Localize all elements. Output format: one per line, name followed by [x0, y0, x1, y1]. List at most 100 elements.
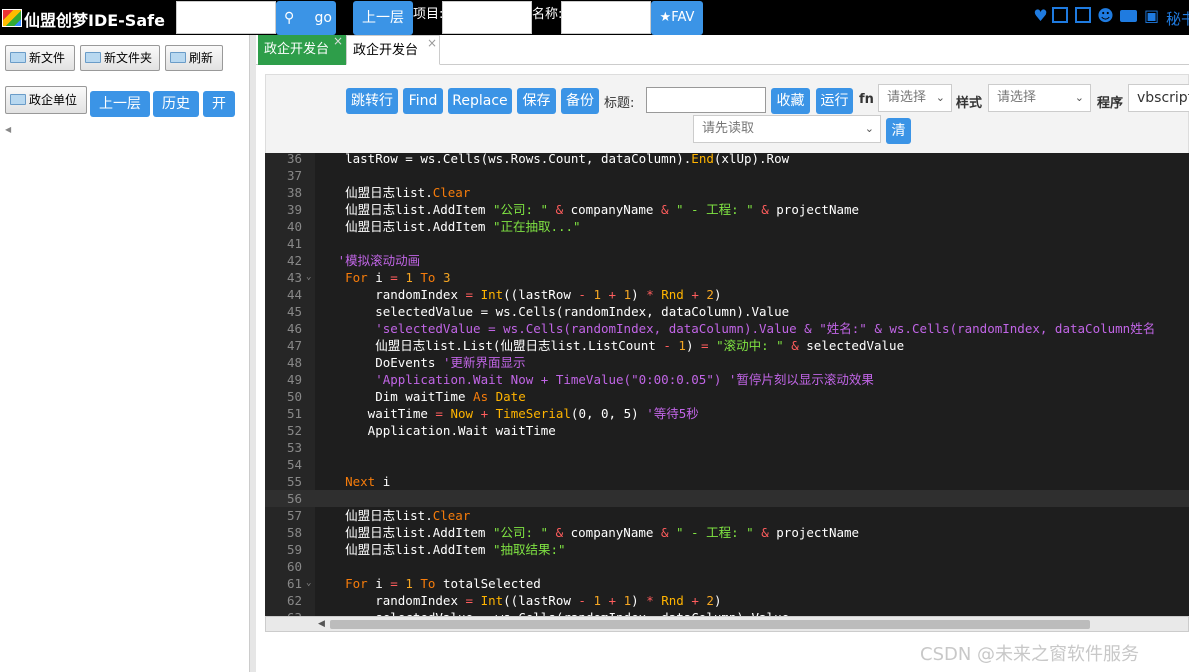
code-line[interactable]: 58 仙盟日志list.AddItem "公司: " & companyName… [265, 524, 1189, 541]
code-text: 仙盟日志list.Clear [315, 507, 470, 524]
tab-gov-dev-1[interactable]: 政企开发台 × [258, 34, 346, 65]
code-line[interactable]: 44 randomIndex = Int((lastRow - 1 + 1) *… [265, 286, 1189, 303]
code-token: + [691, 287, 699, 302]
code-token: For [315, 576, 368, 591]
clear-button[interactable]: 清 [886, 118, 911, 144]
new-file-button[interactable]: 新文件 [5, 45, 75, 71]
name-input[interactable] [561, 1, 651, 34]
line-number: 61 [286, 576, 302, 591]
read-select[interactable]: 请先读取 ⌄ [693, 115, 881, 143]
code-token: "公司: " [492, 202, 549, 217]
code-line[interactable]: 45 selectedValue = ws.Cells(randomIndex,… [265, 303, 1189, 320]
fold-arrow-icon[interactable]: ⌄ [306, 269, 311, 286]
scrollbar-thumb[interactable] [330, 620, 1090, 629]
history-button[interactable]: 历史 [153, 91, 199, 117]
code-line[interactable]: 54 [265, 456, 1189, 473]
code-token: To [420, 576, 436, 591]
code-line[interactable]: 51 waitTime = Now + TimeSerial(0, 0, 5) … [265, 405, 1189, 422]
sidebar-up-button[interactable]: 上一层 [90, 91, 150, 117]
code-token: - [663, 338, 671, 353]
open-button[interactable]: 开 [203, 91, 235, 117]
code-line[interactable]: 60 [265, 558, 1189, 575]
code-line[interactable]: 56 [265, 490, 1189, 507]
code-token: companyName [570, 525, 654, 540]
code-token: "公司: " [492, 525, 549, 540]
backup-button[interactable]: 备份 [561, 88, 599, 114]
code-line[interactable]: 42 '模拟滚动动画 [265, 252, 1189, 269]
close-icon[interactable]: × [333, 26, 343, 56]
code-line[interactable]: 39 仙盟日志list.AddItem "公司: " & companyName… [265, 201, 1189, 218]
secretary-link[interactable]: 秘书 [1166, 8, 1189, 29]
code-line[interactable]: 59 仙盟日志list.AddItem "抽取结果:" [265, 541, 1189, 558]
code-line[interactable]: 52 Application.Wait waitTime [265, 422, 1189, 439]
code-token: 仙盟日志list. [315, 508, 433, 523]
briefcase-icon[interactable]: ▣ [1143, 7, 1160, 24]
code-token: 1 [585, 287, 609, 302]
user-icon[interactable]: ☻ [1097, 7, 1114, 24]
fold-arrow-icon[interactable]: ⌄ [306, 575, 311, 592]
code-line[interactable]: 46 'selectedValue = ws.Cells(randomIndex… [265, 320, 1189, 337]
code-token: Rnd [653, 287, 692, 302]
line-number: 59 [286, 542, 302, 557]
project-input[interactable] [442, 1, 532, 34]
layout-bottom-icon[interactable] [1075, 7, 1091, 23]
replace-button[interactable]: Replace [448, 88, 512, 114]
collapse-arrow-icon[interactable]: ◀ [5, 125, 11, 134]
style-select[interactable]: 请选择 ⌄ [988, 84, 1091, 112]
search-input[interactable] [176, 1, 276, 34]
code-line[interactable]: 47 仙盟日志list.List(仙盟日志list.ListCount - 1)… [265, 337, 1189, 354]
up-level-button[interactable]: 上一层 [353, 1, 413, 35]
jump-line-button[interactable]: 跳转行 [346, 88, 398, 114]
layout-left-icon[interactable] [1052, 7, 1068, 23]
code-line[interactable]: 50 Dim waitTime As Date [265, 388, 1189, 405]
gov-unit-button[interactable]: 政企单位 [5, 86, 87, 114]
horizontal-scrollbar[interactable]: ◀ [265, 616, 1189, 632]
folder-icon[interactable] [1120, 10, 1137, 22]
heart-icon[interactable]: ♥ [1032, 7, 1049, 24]
code-token: End [691, 153, 714, 166]
code-line[interactable]: 41 [265, 235, 1189, 252]
refresh-button[interactable]: 刷新 [165, 45, 223, 71]
code-line[interactable]: 38 仙盟日志list.Clear [265, 184, 1189, 201]
code-line[interactable]: 62 randomIndex = Int((lastRow - 1 + 1) *… [265, 592, 1189, 609]
collect-button[interactable]: 收藏 [771, 88, 810, 114]
code-token: Int [473, 287, 504, 302]
code-token: ((lastRow [503, 593, 579, 608]
line-number: 41 [286, 236, 302, 251]
save-button[interactable]: 保存 [517, 88, 556, 114]
program-select[interactable]: vbscript [1128, 84, 1189, 112]
new-folder-button[interactable]: 新文件夹 [80, 45, 160, 71]
code-line[interactable]: 53 [265, 439, 1189, 456]
code-text: For i = 1 To totalSelected [315, 575, 541, 592]
code-text: waitTime = Now + TimeSerial(0, 0, 5) '等待… [315, 405, 699, 422]
code-token: & [548, 202, 571, 217]
code-line[interactable]: 55 Next i [265, 473, 1189, 490]
fn-label: fn [859, 92, 874, 107]
find-button[interactable]: Find [403, 88, 443, 114]
run-button[interactable]: 运行 [816, 88, 853, 114]
line-number: 44 [286, 287, 302, 302]
code-token: '模拟滚动动画 [315, 253, 421, 268]
code-line[interactable]: 36 lastRow = ws.Cells(ws.Rows.Count, dat… [265, 153, 1189, 167]
fav-button[interactable]: ★FAV [651, 1, 703, 35]
title-input[interactable] [646, 87, 766, 113]
code-line[interactable]: 48 DoEvents '更新界面显示 [265, 354, 1189, 371]
fn-select[interactable]: 请选择 ⌄ [878, 84, 952, 112]
chevron-down-icon: ⌄ [1074, 91, 1084, 104]
code-line[interactable]: 57 仙盟日志list.Clear [265, 507, 1189, 524]
sidebar-resize-handle[interactable] [249, 35, 256, 672]
code-token: = [701, 338, 709, 353]
code-line[interactable]: 61 ⌄ For i = 1 To totalSelected [265, 575, 1189, 592]
code-line[interactable]: 40 仙盟日志list.AddItem "正在抽取..." [265, 218, 1189, 235]
code-text: 仙盟日志list.AddItem "正在抽取..." [315, 218, 580, 235]
code-line[interactable]: 43 ⌄ For i = 1 To 3 [265, 269, 1189, 286]
gov-unit-label: 政企单位 [29, 93, 78, 107]
close-icon[interactable]: × [427, 28, 437, 58]
code-editor[interactable]: 36 lastRow = ws.Cells(ws.Rows.Count, dat… [265, 153, 1189, 632]
code-line[interactable]: 49 'Application.Wait Now + TimeValue("0:… [265, 371, 1189, 388]
tab-gov-dev-2[interactable]: 政企开发台 × [346, 35, 440, 65]
code-line[interactable]: 37 [265, 167, 1189, 184]
go-button[interactable]: ⚲ go [276, 1, 336, 35]
top-bar: 仙盟创梦IDE-Safe ⚲ go 上一层 项目: 名称: ★FAV ♥ ☻ ▣… [0, 0, 1189, 35]
scroll-left-arrow-icon[interactable]: ◀ [318, 619, 325, 629]
